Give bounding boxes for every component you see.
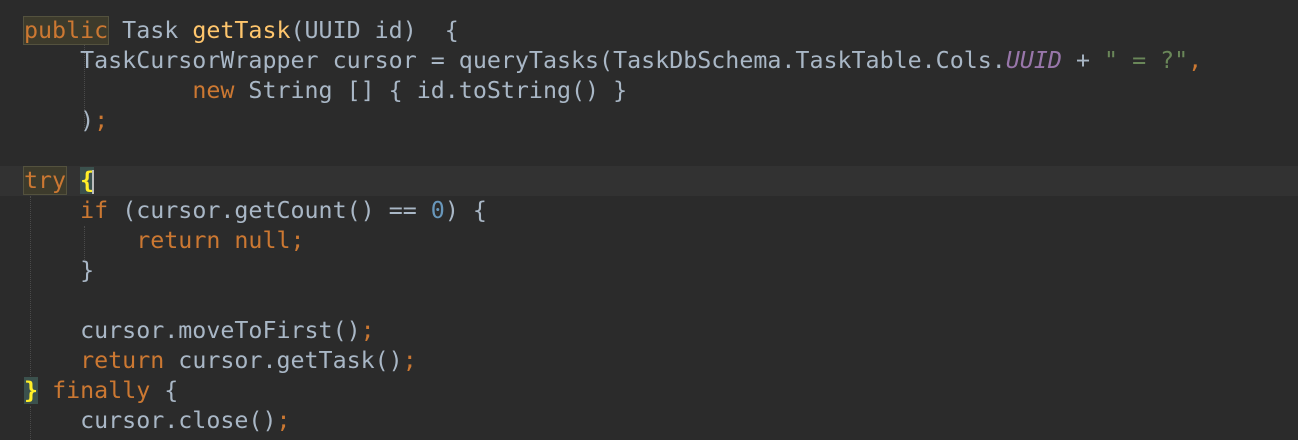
code-line[interactable]	[0, 286, 1298, 316]
code-line[interactable]: TaskCursorWrapper cursor = queryTasks(Ta…	[0, 46, 1298, 76]
code-token: }	[24, 257, 95, 284]
code-token: (UUID id) {	[290, 17, 459, 44]
code-token: ,	[1188, 47, 1203, 74]
code-token: ;	[402, 347, 417, 374]
code-token: +	[1061, 47, 1105, 74]
code-token: Task	[108, 17, 193, 44]
code-token: )	[24, 107, 95, 134]
code-token: ;	[290, 227, 305, 254]
text-caret	[92, 169, 95, 194]
code-line[interactable]: } finally {	[0, 376, 1298, 406]
code-line[interactable]: );	[0, 106, 1298, 136]
code-line[interactable]: try {	[0, 166, 1298, 196]
code-token: try	[22, 166, 68, 195]
code-line[interactable]: public Task getTask(UUID id) {	[0, 16, 1298, 46]
code-token: getTask	[192, 17, 291, 44]
code-token: {	[150, 377, 179, 404]
code-token: 0	[430, 197, 445, 224]
code-token: }	[24, 377, 39, 404]
code-line[interactable]	[0, 136, 1298, 166]
code-line[interactable]: return null;	[0, 226, 1298, 256]
code-token: ) {	[444, 197, 487, 224]
code-token: finally	[52, 377, 151, 404]
code-token: ;	[94, 107, 109, 134]
code-token: new	[192, 77, 235, 104]
code-token: cursor.moveToFirst()	[24, 317, 361, 344]
code-line[interactable]: return cursor.getTask();	[0, 346, 1298, 376]
code-line[interactable]: }	[0, 256, 1298, 286]
code-token: ;	[276, 407, 291, 434]
code-line[interactable]: cursor.moveToFirst();	[0, 316, 1298, 346]
code-token: TaskCursorWrapper cursor = queryTasks(Ta…	[24, 47, 1006, 74]
code-token: String [] { id.toString() }	[234, 77, 628, 104]
code-token: if	[80, 197, 109, 224]
code-editor[interactable]: public Task getTask(UUID id) { TaskCurso…	[0, 0, 1298, 440]
code-token: public	[22, 16, 110, 45]
code-line[interactable]: new String [] { id.toString() }	[0, 76, 1298, 106]
code-line[interactable]: cursor.close();	[0, 406, 1298, 436]
code-token: cursor.close()	[24, 407, 277, 434]
code-token: return null	[136, 227, 291, 254]
code-token: " = ?"	[1104, 47, 1189, 74]
code-token: cursor.getTask()	[164, 347, 403, 374]
code-line[interactable]: if (cursor.getCount() == 0) {	[0, 196, 1298, 226]
code-token: UUID	[1005, 47, 1062, 74]
code-token: ;	[360, 317, 375, 344]
code-token: return	[80, 347, 165, 374]
code-token: (cursor.getCount() ==	[108, 197, 431, 224]
